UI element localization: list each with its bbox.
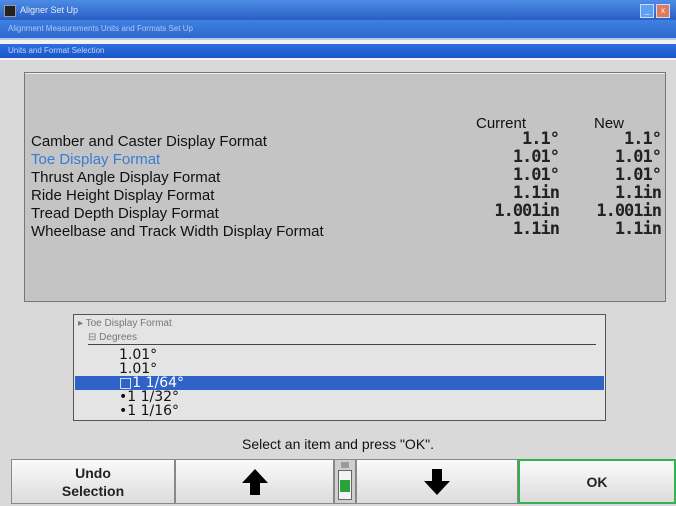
current-value-camber-caster: 1.1° xyxy=(522,129,560,149)
column-header-current: Current xyxy=(476,115,527,132)
list-item[interactable]: •1 1/16° xyxy=(75,404,604,418)
row-label-tread-depth[interactable]: Tread Depth Display Format xyxy=(31,205,219,222)
undo-selection-button[interactable]: Undo Selection xyxy=(11,459,175,504)
instruction-prompt: Select an item and press "OK". xyxy=(241,436,435,452)
list-item[interactable]: 1.01° xyxy=(75,362,604,376)
list-item[interactable]: •1 1/32° xyxy=(75,390,604,404)
up-button[interactable] xyxy=(175,459,334,504)
ok-button[interactable]: OK xyxy=(518,459,676,504)
section-header: Units and Format Selection xyxy=(0,38,676,60)
arrow-down-icon xyxy=(424,468,450,495)
arrow-up-icon xyxy=(241,468,268,495)
row-label-wheelbase-track[interactable]: Wheelbase and Track Width Display Format xyxy=(31,223,324,240)
window-title: Aligner Set Up xyxy=(20,5,79,15)
listbox-group: ⊟ Degrees xyxy=(88,332,596,345)
current-value-wheelbase-track: 1.1in xyxy=(512,219,560,239)
down-button[interactable] xyxy=(356,459,518,504)
list-position-fill xyxy=(340,480,350,492)
toe-format-listbox[interactable]: ▸ Toe Display Format ⊟ Degrees 1.01° 1.0… xyxy=(73,314,606,421)
list-item-selected[interactable]: □1 1/64° xyxy=(75,376,604,390)
row-label-thrust-angle[interactable]: Thrust Angle Display Format xyxy=(31,169,220,186)
dialog-subtitle: Alignment Measurements Units and Formats… xyxy=(0,20,676,38)
row-label-ride-height[interactable]: Ride Height Display Format xyxy=(31,187,214,204)
current-value-toe: 1.01° xyxy=(512,147,560,167)
new-value-ride-height: 1.1in xyxy=(614,183,662,203)
new-value-tread-depth: 1.001in xyxy=(596,201,662,221)
window-titlebar: Aligner Set Up _ x xyxy=(0,0,676,20)
current-value-ride-height: 1.1in xyxy=(512,183,560,203)
list-item[interactable]: 1.01° xyxy=(75,348,604,362)
new-value-thrust-angle: 1.01° xyxy=(614,165,662,185)
column-header-new: New xyxy=(594,115,625,132)
minimize-button[interactable]: _ xyxy=(640,4,654,18)
row-label-camber-caster[interactable]: Camber and Caster Display Format xyxy=(31,133,267,150)
new-value-toe: 1.01° xyxy=(614,147,662,167)
current-value-thrust-angle: 1.01° xyxy=(512,165,560,185)
list-position-indicator xyxy=(334,459,356,504)
new-value-wheelbase-track: 1.1in xyxy=(614,219,662,239)
listbox-header: ▸ Toe Display Format xyxy=(78,318,172,329)
new-value-camber-caster: 1.1° xyxy=(624,129,662,149)
section-title: Units and Format Selection xyxy=(8,46,105,55)
format-settings-panel: Current New Camber and Caster Display Fo… xyxy=(24,72,666,302)
current-value-tread-depth: 1.001in xyxy=(494,201,560,221)
close-button[interactable]: x xyxy=(656,4,670,18)
app-icon xyxy=(4,5,16,17)
row-label-toe[interactable]: Toe Display Format xyxy=(31,151,160,168)
dialog-subtitle-text: Alignment Measurements Units and Formats… xyxy=(8,24,193,33)
